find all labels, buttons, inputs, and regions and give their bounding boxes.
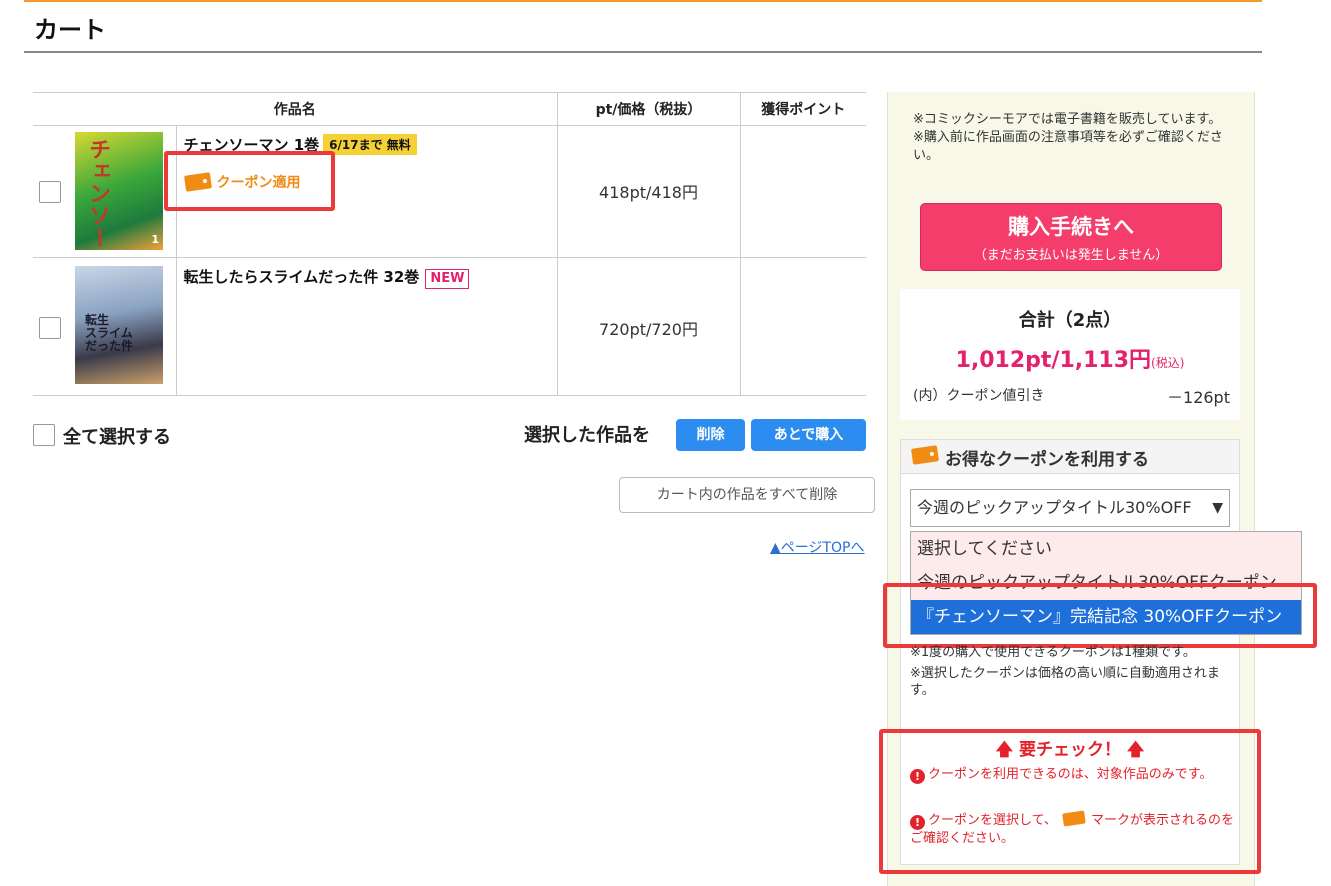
page-title: カート [34,16,106,44]
sidebar-note: ※コミックシーモアでは電子書籍を販売しています。 ※購入前に作品画面の注意事項等… [913,112,1223,163]
total-price: 1,012pt/1,113円(税込) [955,348,1185,373]
header-price: pt/価格（税抜） [556,92,740,126]
coupon-option[interactable]: 選択してください [911,532,1301,566]
new-badge: NEW [425,269,470,289]
coupon-select[interactable]: 今週のピックアップタイトル30%OFF ▼ [910,489,1230,527]
coupon-tag-icon [911,445,939,467]
delete-button[interactable]: 削除 [676,419,745,451]
select-all-checkbox[interactable] [33,424,55,446]
coupon-heading: お得なクーポンを利用する [945,450,1149,470]
book-cover[interactable]: 転生 スライム だった件 [75,266,163,384]
free-badge: 6/17まで 無料 [323,134,417,155]
cart-row: チェンソー 1 チェンソーマン 1巻 6/17まで 無料 クーポン適用 418pt/… [33,125,866,258]
price: 720pt/720円 [599,320,698,339]
header-points: 獲得ポイント [739,92,866,126]
row-checkbox[interactable] [39,317,61,339]
discount-value: －126pt [1167,388,1230,407]
header-title: 作品名 [33,92,557,126]
clear-cart-button[interactable]: カート内の作品をすべて削除 [619,477,875,513]
total-heading: 合計（2点） [1018,310,1122,331]
discount-label: (内）クーポン値引き [913,388,1045,404]
book-cover[interactable]: チェンソー 1 [75,132,163,250]
highlight-box [883,583,1317,648]
top-accent-line [24,0,1262,2]
dropdown-arrow-icon: ▼ [1212,500,1223,516]
buy-later-button[interactable]: あとで購入 [751,419,866,451]
row-checkbox[interactable] [39,181,61,203]
title-divider [24,51,1262,53]
page-top-link[interactable]: ▲ページTOPへ [770,537,865,557]
coupon-notes: ※1度の購入で使用できるクーポンは1種類です。 ※選択したクーポンは価格の高い順… [910,645,1220,698]
select-all-label[interactable]: 全て選択する [63,423,171,449]
highlight-box [879,729,1261,874]
checkout-button[interactable]: 購入手続きへ （まだお支払いは発生しません） [920,203,1222,271]
cart-row: 転生 スライム だった件 転生したらスライムだった件 32巻 NEW 720pt/72… [33,257,866,396]
highlight-box [164,151,335,211]
selected-items-label: 選択した作品を [524,425,650,446]
cart-table: 作品名 pt/価格（税抜） 獲得ポイント チェンソー 1 チェンソーマン 1巻 6/… [33,92,866,396]
product-title[interactable]: 転生したらスライムだった件 32巻 NEW [184,266,470,289]
price: 418pt/418円 [599,183,698,202]
